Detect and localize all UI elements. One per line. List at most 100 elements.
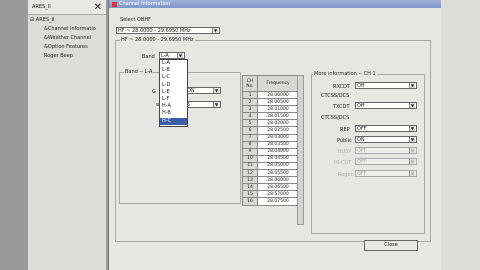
hicut-value: OFF bbox=[357, 158, 367, 165]
frequency-cell[interactable]: 28.02500 bbox=[257, 126, 299, 135]
hicut-label: HI-CUT bbox=[334, 160, 352, 166]
table-row[interactable]: 10 28.04500 bbox=[242, 154, 299, 163]
rep-select[interactable]: OFF ▼ bbox=[355, 125, 417, 132]
band-option-ha[interactable]: H-A bbox=[160, 103, 187, 110]
hicut-select: OFF ▼ bbox=[355, 158, 417, 165]
table-row[interactable]: 15 28.57000 bbox=[242, 190, 299, 199]
frequency-cell[interactable]: 28.03500 bbox=[257, 140, 299, 149]
chevron-down-icon: ▼ bbox=[213, 102, 219, 107]
chevron-down-icon: ▼ bbox=[409, 103, 415, 108]
window-titlebar: Channel Information bbox=[109, 0, 441, 8]
frequency-cell[interactable]: 28.03000 bbox=[257, 133, 299, 142]
tree-root[interactable]: ⊟ ARES_II bbox=[30, 17, 54, 23]
frequency-cell[interactable]: 28.00000 bbox=[257, 90, 299, 100]
frequency-cell[interactable]: 28.04500 bbox=[257, 154, 299, 163]
busy-label: BUSY bbox=[338, 149, 352, 155]
frequency-cell[interactable]: 28.06500 bbox=[257, 183, 299, 192]
table-scrollbar[interactable] bbox=[297, 75, 304, 225]
chevron-down-icon: ▼ bbox=[177, 53, 183, 58]
band-group-title: Band -- L-A bbox=[124, 69, 154, 75]
ch-no-cell: 7 bbox=[242, 133, 258, 142]
frequency-cell[interactable]: 28.02000 bbox=[257, 119, 299, 128]
close-icon[interactable]: ✕ bbox=[94, 2, 102, 13]
table-row[interactable]: 11 28.05000 bbox=[242, 161, 299, 171]
table-header-row: CH No. Frequency bbox=[242, 75, 299, 92]
rep-value: OFF bbox=[357, 125, 367, 132]
tree-item-option-features[interactable]: &Option Features bbox=[44, 44, 88, 50]
partial-select-2[interactable]: 5 ▼ bbox=[185, 101, 221, 108]
txcdt-value: Off bbox=[357, 102, 365, 109]
table-row[interactable]: 8 28.03500 bbox=[242, 140, 299, 149]
table-row[interactable]: 14 28.06500 bbox=[242, 183, 299, 192]
ch-no-cell: 9 bbox=[242, 147, 258, 156]
tree-panel-header: ARES_II ✕ bbox=[28, 0, 106, 15]
roger-value: OFF bbox=[357, 170, 367, 177]
table-row[interactable]: 6 28.02500 bbox=[242, 126, 299, 135]
ch-no-cell: 5 bbox=[242, 119, 258, 128]
ch-no-cell: 6 bbox=[242, 126, 258, 135]
table-row[interactable]: 13 28.06000 bbox=[242, 176, 299, 185]
rxcdt-value: Off bbox=[357, 82, 365, 89]
table-row[interactable]: 12 28.05500 bbox=[242, 169, 299, 178]
band-dropdown-list[interactable]: L-A L-B L-C L-D L-E L-F H-A H-B H-C bbox=[159, 59, 188, 127]
chevron-down-icon: ▼ bbox=[409, 148, 415, 153]
frequency-cell[interactable]: 28.01500 bbox=[257, 112, 299, 121]
table-row[interactable]: 4 28.01500 bbox=[242, 112, 299, 121]
frequency-cell[interactable]: 28.05000 bbox=[257, 161, 299, 171]
obhf-select-value: HF ~ 28.0000 - 29.6950 MHz bbox=[118, 27, 191, 34]
rxcdt-select[interactable]: Off ▼ bbox=[355, 82, 417, 89]
table-row[interactable]: 1 28.00000 bbox=[242, 90, 299, 100]
band-option-lb[interactable]: L-B bbox=[160, 67, 187, 74]
channel-table: CH No. Frequency 1 28.00000 2 28.00500 3 28.0… bbox=[242, 75, 299, 206]
ch-no-cell: 13 bbox=[242, 176, 258, 185]
table-row[interactable]: 5 28.02000 bbox=[242, 119, 299, 128]
table-row[interactable]: 2 28.00500 bbox=[242, 98, 299, 107]
table-row[interactable]: 16 28.07500 bbox=[242, 197, 299, 206]
collapse-icon[interactable]: ⊟ bbox=[30, 17, 34, 23]
band-option-lf[interactable]: L-F bbox=[160, 96, 187, 103]
ch-no-cell: 2 bbox=[242, 98, 258, 107]
band-option-hb[interactable]: H-B bbox=[160, 110, 187, 117]
frequency-cell[interactable]: 28.00500 bbox=[257, 98, 299, 107]
band-select[interactable]: L-A ▼ bbox=[159, 52, 185, 59]
tree-root-label: ARES_II bbox=[35, 17, 55, 23]
chevron-down-icon: ▼ bbox=[212, 28, 218, 33]
rep-label: REP bbox=[340, 127, 350, 133]
obhf-select[interactable]: HF ~ 28.0000 - 29.6950 MHz ▼ bbox=[116, 27, 220, 34]
frequency-cell[interactable]: 28.06000 bbox=[257, 176, 299, 185]
window-title: Channel Information bbox=[119, 1, 171, 7]
roger-select: OFF ▼ bbox=[355, 170, 417, 177]
select-obhf-label: Select OBHF bbox=[120, 17, 152, 23]
more-info-title: More information -- CH 1 bbox=[313, 71, 377, 77]
ch-no-cell: 12 bbox=[242, 169, 258, 178]
public-select[interactable]: ON ▼ bbox=[355, 136, 417, 143]
busy-select: OFF ▼ bbox=[355, 147, 417, 154]
tree-item-channel-information[interactable]: &Channel Informatio bbox=[44, 26, 96, 32]
band-option-le[interactable]: L-E bbox=[160, 89, 187, 96]
tree-item-roger-beep[interactable]: Roger Beep bbox=[44, 53, 73, 59]
band-option-ld[interactable]: L-D bbox=[160, 82, 187, 89]
frequency-cell[interactable]: 28.01000 bbox=[257, 105, 299, 114]
table-row[interactable]: 9 28.04000 bbox=[242, 147, 299, 156]
table-row[interactable]: 3 28.01000 bbox=[242, 105, 299, 114]
close-button[interactable]: Close bbox=[364, 240, 418, 251]
public-label: Public bbox=[337, 138, 352, 144]
chevron-down-icon: ▼ bbox=[409, 126, 415, 131]
frequency-cell[interactable]: 28.07500 bbox=[257, 197, 299, 206]
chevron-down-icon: ▼ bbox=[409, 171, 415, 176]
band-option-la[interactable]: L-A bbox=[160, 60, 187, 67]
txcdt-select[interactable]: Off ▼ bbox=[355, 102, 417, 109]
table-row[interactable]: 7 28.03000 bbox=[242, 133, 299, 142]
tree-panel-title: ARES_II bbox=[32, 4, 51, 10]
frequency-cell[interactable]: 28.05500 bbox=[257, 169, 299, 178]
column-header-frequency[interactable]: Frequency bbox=[257, 75, 299, 92]
hf-group-title: HF ~ 28.0000 - 29.6950 MHz bbox=[120, 37, 195, 43]
tree-item-weather-channel[interactable]: &Weather Channel bbox=[44, 35, 91, 41]
partial-select-1[interactable]: ON ▼ bbox=[185, 87, 221, 94]
frequency-cell[interactable]: 28.57000 bbox=[257, 190, 299, 199]
txcdt-label: TXCDT bbox=[333, 104, 350, 110]
frequency-cell[interactable]: 28.04000 bbox=[257, 147, 299, 156]
ch-no-cell: 11 bbox=[242, 161, 258, 171]
band-option-hc[interactable]: H-C bbox=[160, 117, 187, 125]
band-option-lc[interactable]: L-C bbox=[160, 74, 187, 81]
